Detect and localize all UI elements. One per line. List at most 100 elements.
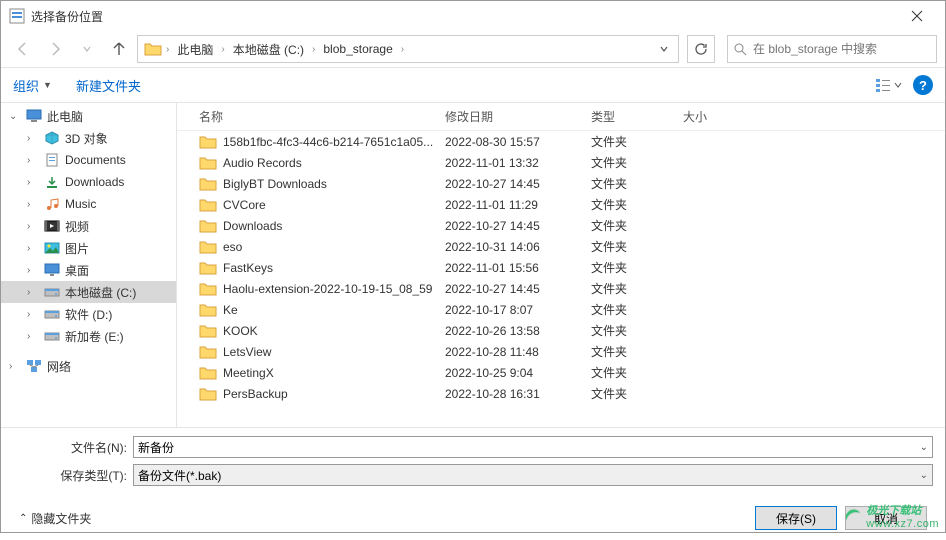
sidebar-item-label: 软件 (D:): [65, 306, 112, 323]
column-header-type[interactable]: 类型: [581, 108, 673, 125]
recent-dropdown-icon[interactable]: [73, 35, 101, 63]
filetype-combo[interactable]: 备份文件(*.bak) ⌄: [133, 464, 933, 486]
file-row[interactable]: Haolu-extension-2022-10-19-15_08_59 2022…: [177, 278, 945, 299]
expander-icon[interactable]: ›: [27, 309, 39, 320]
file-row[interactable]: 158b1fbc-4fc3-44c6-b214-7651c1a05... 202…: [177, 131, 945, 152]
file-row[interactable]: PersBackup 2022-10-28 16:31 文件夹: [177, 383, 945, 404]
close-button[interactable]: [897, 2, 937, 30]
view-mode-button[interactable]: [875, 77, 903, 93]
file-row[interactable]: Audio Records 2022-11-01 13:32 文件夹: [177, 152, 945, 173]
expander-icon[interactable]: ›: [9, 361, 21, 372]
folder-icon: [199, 156, 217, 170]
file-row[interactable]: Ke 2022-10-17 8:07 文件夹: [177, 299, 945, 320]
column-header-name[interactable]: 名称: [177, 108, 435, 125]
sidebar-item[interactable]: › 新加卷 (E:): [1, 325, 176, 347]
sidebar-item[interactable]: › Downloads: [1, 171, 176, 193]
chevron-right-icon[interactable]: ›: [310, 44, 317, 55]
file-type: 文件夹: [581, 322, 673, 339]
sidebar-item[interactable]: › 本地磁盘 (C:): [1, 281, 176, 303]
back-button[interactable]: [9, 35, 37, 63]
breadcrumb-item[interactable]: 本地磁盘 (C:): [227, 36, 310, 62]
sidebar-item[interactable]: › Music: [1, 193, 176, 215]
hide-folders-toggle[interactable]: ⌃ 隐藏文件夹: [19, 510, 91, 527]
chevron-right-icon[interactable]: ›: [164, 44, 171, 55]
file-type: 文件夹: [581, 280, 673, 297]
sidebar-item[interactable]: › Documents: [1, 149, 176, 171]
sidebar-item-this-pc[interactable]: ⌄ 此电脑: [1, 105, 176, 127]
file-row[interactable]: KOOK 2022-10-26 13:58 文件夹: [177, 320, 945, 341]
folder-icon: [199, 219, 217, 233]
chevron-down-icon[interactable]: ⌄: [920, 470, 928, 481]
expander-icon[interactable]: ⌄: [9, 111, 21, 122]
filename-label: 文件名(N):: [13, 439, 133, 456]
sidebar-item-label: Documents: [65, 153, 126, 167]
up-button[interactable]: [105, 35, 133, 63]
file-row[interactable]: FastKeys 2022-11-01 15:56 文件夹: [177, 257, 945, 278]
sidebar-item-label: Music: [65, 197, 96, 211]
sidebar-item[interactable]: › 3D 对象: [1, 127, 176, 149]
file-name: Downloads: [223, 219, 282, 233]
sidebar-item-label: 图片: [65, 240, 89, 257]
filename-combo[interactable]: ⌄: [133, 436, 933, 458]
refresh-button[interactable]: [687, 35, 715, 63]
file-name: eso: [223, 240, 242, 254]
sidebar-item-label: Downloads: [65, 175, 124, 189]
file-date: 2022-10-27 14:45: [435, 282, 581, 296]
file-row[interactable]: Downloads 2022-10-27 14:45 文件夹: [177, 215, 945, 236]
expander-icon[interactable]: ›: [27, 265, 39, 276]
save-button[interactable]: 保存(S): [755, 506, 837, 530]
file-date: 2022-10-25 9:04: [435, 366, 581, 380]
search-icon: [734, 43, 747, 56]
file-row[interactable]: CVCore 2022-11-01 11:29 文件夹: [177, 194, 945, 215]
drive-icon: [43, 328, 61, 344]
expander-icon[interactable]: ›: [27, 155, 39, 166]
help-button[interactable]: ?: [913, 75, 933, 95]
expander-icon[interactable]: ›: [27, 331, 39, 342]
chevron-right-icon[interactable]: ›: [219, 44, 226, 55]
sidebar-item[interactable]: › 视频: [1, 215, 176, 237]
chevron-down-icon[interactable]: ⌄: [920, 442, 928, 453]
file-name: LetsView: [223, 345, 271, 359]
folder-icon: [199, 261, 217, 275]
search-field[interactable]: [753, 42, 930, 56]
sidebar-item-network[interactable]: › 网络: [1, 355, 176, 377]
sidebar-item[interactable]: › 桌面: [1, 259, 176, 281]
breadcrumb-item[interactable]: 此电脑: [171, 36, 219, 62]
folder-icon: [199, 345, 217, 359]
expander-icon[interactable]: ›: [27, 221, 39, 232]
folder-icon: [199, 177, 217, 191]
filename-input[interactable]: [138, 440, 928, 454]
folder-icon: [199, 324, 217, 338]
chevron-down-icon[interactable]: [652, 36, 676, 62]
column-header-date[interactable]: 修改日期: [435, 108, 581, 125]
forward-button[interactable]: [41, 35, 69, 63]
expander-icon[interactable]: ›: [27, 199, 39, 210]
expander-icon[interactable]: ›: [27, 243, 39, 254]
breadcrumb-item[interactable]: blob_storage: [317, 36, 398, 62]
column-header-size[interactable]: 大小: [673, 108, 753, 125]
organize-menu[interactable]: 组织▼: [13, 76, 52, 95]
file-name: BiglyBT Downloads: [223, 177, 327, 191]
file-type: 文件夹: [581, 238, 673, 255]
new-folder-button[interactable]: 新建文件夹: [76, 76, 141, 95]
sidebar-item[interactable]: › 软件 (D:): [1, 303, 176, 325]
file-row[interactable]: MeetingX 2022-10-25 9:04 文件夹: [177, 362, 945, 383]
file-row[interactable]: BiglyBT Downloads 2022-10-27 14:45 文件夹: [177, 173, 945, 194]
expander-icon[interactable]: ›: [27, 133, 39, 144]
file-row[interactable]: eso 2022-10-31 14:06 文件夹: [177, 236, 945, 257]
sidebar-item-label: 此电脑: [47, 108, 83, 125]
sidebar-item[interactable]: › 图片: [1, 237, 176, 259]
folder-icon: [199, 240, 217, 254]
file-row[interactable]: LetsView 2022-10-28 11:48 文件夹: [177, 341, 945, 362]
cancel-button[interactable]: 取消: [845, 506, 927, 530]
file-type: 文件夹: [581, 154, 673, 171]
file-type: 文件夹: [581, 217, 673, 234]
expander-icon[interactable]: ›: [27, 177, 39, 188]
folder-icon: [199, 387, 217, 401]
file-date: 2022-10-27 14:45: [435, 219, 581, 233]
sidebar-item-label: 网络: [47, 358, 71, 375]
breadcrumb[interactable]: › 此电脑 › 本地磁盘 (C:) › blob_storage ›: [137, 35, 679, 63]
search-input[interactable]: [727, 35, 937, 63]
chevron-right-icon[interactable]: ›: [399, 44, 406, 55]
expander-icon[interactable]: ›: [27, 287, 39, 298]
